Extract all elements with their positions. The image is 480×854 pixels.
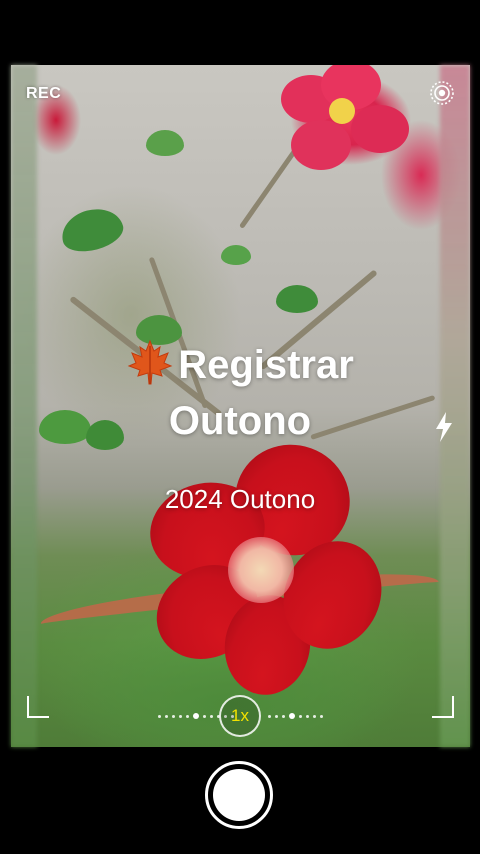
leaf — [276, 285, 318, 313]
maple-leaf-icon — [126, 338, 174, 386]
overlay-title-text: Registrar — [178, 343, 354, 387]
live-photo-icon[interactable] — [429, 80, 455, 106]
red-flower — [139, 428, 399, 702]
shutter-button-inner — [213, 769, 265, 821]
frame-corner-bottom-right — [432, 696, 454, 718]
overlay-subtitle: 2024 Outono — [164, 484, 316, 514]
overlay-title-line2: Outono — [168, 399, 312, 443]
rec-label[interactable]: REC — [26, 85, 61, 103]
leaf — [56, 202, 128, 258]
shutter-button[interactable] — [205, 761, 273, 829]
leaf — [146, 130, 184, 156]
leaf — [221, 245, 251, 265]
pink-flower-center — [329, 98, 355, 124]
zoom-selector[interactable]: 1x — [158, 695, 323, 737]
pink-flower-petal — [351, 105, 409, 153]
frame-corner-bottom-left — [27, 696, 49, 718]
red-flower-center — [228, 537, 294, 603]
pink-flower-petal — [291, 120, 351, 170]
zoom-scale-right — [268, 713, 323, 719]
zoom-1x-button[interactable]: 1x — [219, 695, 261, 737]
overlay-title-line1: Registrar — [0, 338, 480, 390]
